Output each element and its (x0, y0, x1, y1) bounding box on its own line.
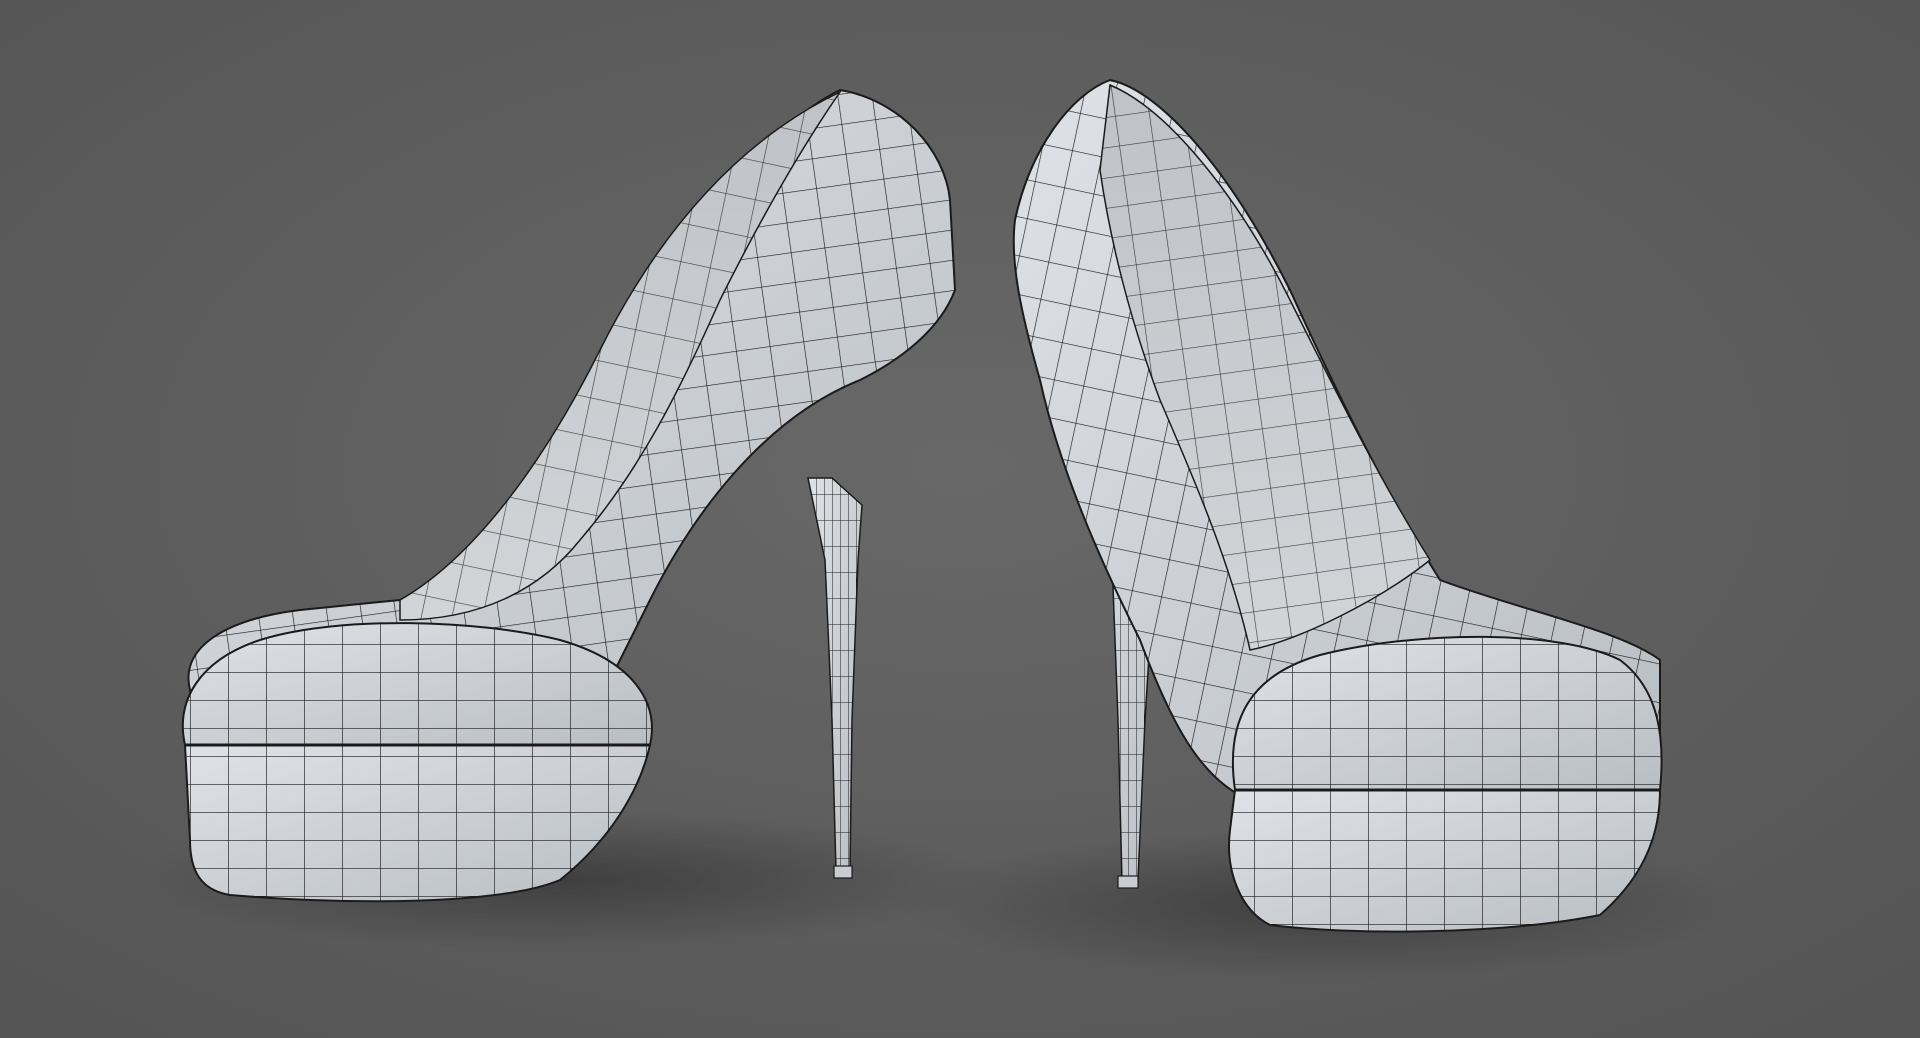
render-canvas (0, 0, 1920, 1038)
render-viewport (0, 0, 1920, 1038)
